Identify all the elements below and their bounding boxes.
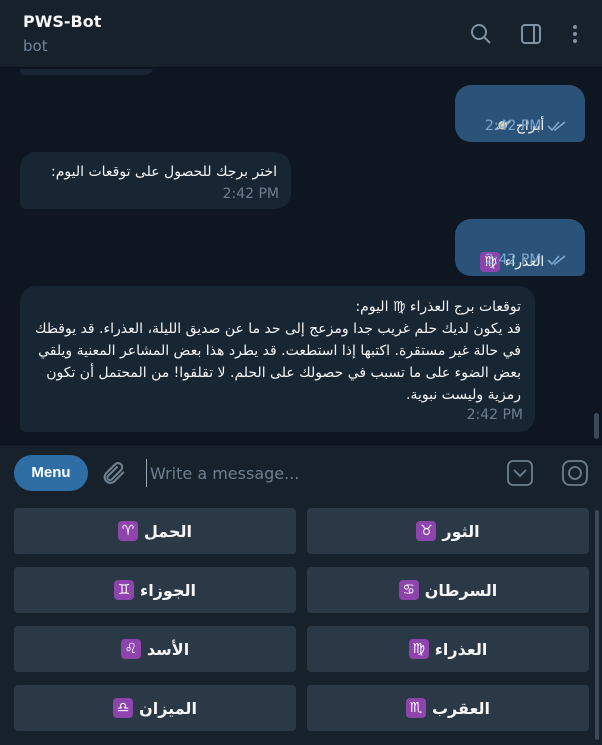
chat-header: PWS-Bot bot [0,0,602,68]
keyboard-button-cancer[interactable]: السرطان ♋ [307,567,589,613]
bot-menu-button[interactable]: Menu [14,455,88,491]
taurus-icon: ♉ [416,521,437,541]
message-bubble-incoming[interactable]: اختر برجك للحصول على توقعات اليوم: 2:42 … [20,152,291,209]
chat-subtitle: bot [23,37,48,55]
aries-icon: ♈ [117,521,138,541]
keyboard-button-label: العذراء [434,639,488,659]
message-meta: 2:42 PM [485,252,567,268]
message-bubble-outgoing[interactable]: العذراء ♍ 2:42 PM [455,219,585,276]
keyboard-scrollbar[interactable] [595,510,599,740]
libra-icon: ♎ [113,698,134,718]
virgo-icon: ♍ [408,639,429,659]
message-time: 2:42 PM [222,186,279,202]
keyboard-button-scorpio[interactable]: العقرب ♏ [307,685,589,731]
keyboard-button-label: الثور [442,521,480,541]
message-meta: 2:42 PM [485,118,567,134]
message-time: 2:42 PM [485,118,542,134]
keyboard-button-taurus[interactable]: الثور ♉ [307,508,589,554]
double-check-icon [547,121,566,132]
message-input[interactable] [146,459,486,487]
paperclip-icon[interactable] [100,459,128,487]
scorpio-icon: ♏ [405,698,426,718]
keyboard-button-leo[interactable]: الأسد ♌ [14,626,296,672]
keyboard-button-aries[interactable]: الحمل ♈ [14,508,296,554]
keyboard-button-libra[interactable]: الميزان ♎ [14,685,296,731]
message-text: توقعات برج العذراء ♍ اليوم: قد يكون لديك… [35,299,521,403]
double-check-icon [547,255,566,266]
bot-reply-keyboard: الثور ♉ الحمل ♈ السرطان ♋ الجوزاء ♊ العذ… [0,502,602,745]
message-bubble-incoming[interactable]: توقعات برج العذراء ♍ اليوم: قد يكون لديك… [20,286,535,432]
message-time: 2:42 PM [466,407,523,423]
keyboard-button-label: الجوزاء [140,580,196,600]
sticker-icon[interactable] [561,459,589,487]
keyboard-button-label: العقرب [431,698,491,718]
sidebar-toggle-icon[interactable] [519,22,543,46]
keyboard-button-label: السرطان [424,580,498,600]
leo-icon: ♌ [120,639,141,659]
more-vertical-icon[interactable] [563,22,587,46]
bot-keyboard-toggle-icon[interactable] [506,459,534,487]
keyboard-button-label: الأسد [146,639,190,659]
keyboard-button-virgo[interactable]: العذراء ♍ [307,626,589,672]
chat-title[interactable]: PWS-Bot [23,12,101,31]
cancer-icon: ♋ [398,580,419,600]
message-composer: Menu [0,444,602,502]
chat-scrollbar[interactable] [594,413,599,439]
message-time: 2:42 PM [485,252,542,268]
message-bubble-partial [20,69,154,75]
message-list[interactable]: أبراج 🪐 2:42 PM اختر برجك للحصول على توق… [0,69,602,444]
keyboard-button-label: الميزان [139,698,197,718]
search-icon[interactable] [469,22,493,46]
message-bubble-outgoing[interactable]: أبراج 🪐 2:42 PM [455,85,585,142]
message-text: اختر برجك للحصول على توقعات اليوم: [51,164,277,180]
keyboard-button-label: الحمل [143,521,193,541]
keyboard-button-gemini[interactable]: الجوزاء ♊ [14,567,296,613]
gemini-icon: ♊ [114,580,135,600]
